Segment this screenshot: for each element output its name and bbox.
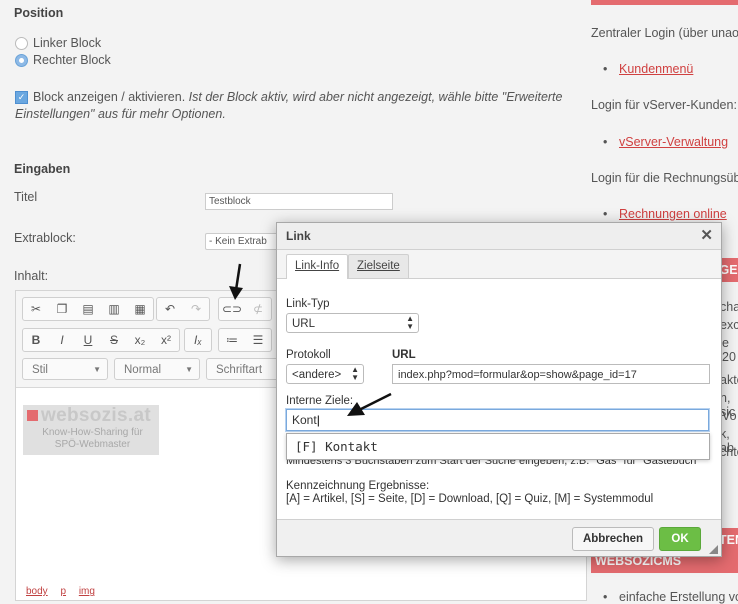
- undo-group: ↶ ↷: [156, 297, 210, 321]
- sidebar-fragment: chan: [720, 300, 738, 314]
- undo-icon[interactable]: ↶: [157, 298, 183, 320]
- updown-icon: ▲ ▼: [406, 314, 414, 331]
- superscript-icon[interactable]: x²: [153, 329, 179, 351]
- sidebar-fragment: Vo: [722, 409, 737, 423]
- radio-label: Rechter Block: [33, 53, 111, 67]
- redo-icon[interactable]: ↷: [183, 298, 209, 320]
- bulleted-list-icon[interactable]: ☰: [245, 329, 271, 351]
- tab-label: Link-Info: [295, 260, 340, 272]
- activate-label: Block anzeigen / aktivieren.: [33, 90, 186, 104]
- sidebar-text-1: Zentraler Login (über unaor: [591, 26, 738, 40]
- annotation-arrow-link: [229, 263, 243, 300]
- logo-subtitle-1: Know-How-Sharing für: [42, 427, 143, 438]
- sidebar-link-kundenmenue[interactable]: Kundenmenü: [603, 62, 693, 76]
- remove-format-icon[interactable]: Iₓ: [185, 329, 211, 351]
- annotation-arrow-input: [347, 392, 392, 416]
- linktype-select[interactable]: URL ▲ ▼: [286, 313, 419, 333]
- resize-handle-icon[interactable]: [709, 545, 718, 554]
- format-combo-label: Normal: [124, 364, 162, 376]
- paste-icon[interactable]: ▤: [75, 298, 101, 320]
- protocol-select[interactable]: <andere> ▲ ▼: [286, 364, 364, 384]
- linktype-label: Link-Typ: [286, 298, 330, 310]
- style-combo[interactable]: Stil ▼: [22, 358, 108, 380]
- dialog-titlebar[interactable]: Link ✕: [277, 223, 721, 250]
- position-heading: Position: [14, 6, 64, 20]
- unlink-icon[interactable]: ⊄: [245, 298, 271, 320]
- paste-word-icon[interactable]: ▦: [127, 298, 153, 320]
- inputs-heading: Eingaben: [14, 162, 71, 176]
- websozis-logo-image[interactable]: websozis.at Know-How-Sharing für SPÖ-Web…: [23, 405, 159, 455]
- underline-icon[interactable]: U: [75, 329, 101, 351]
- sidebar-fragment: e 20: [722, 336, 736, 364]
- numbered-list-icon[interactable]: ≔: [219, 329, 245, 351]
- font-combo-label: Schriftart: [216, 364, 263, 376]
- url-label: URL: [392, 349, 416, 361]
- autocomplete-option-kontakt[interactable]: [F] Kontakt: [287, 439, 378, 454]
- internal-targets-value: Kont: [292, 413, 317, 427]
- radio-left-block[interactable]: Linker Block: [15, 36, 102, 51]
- clipboard-group: ✂ ❐ ▤ ▥ ▦: [22, 297, 154, 321]
- content-label: Inhalt:: [14, 269, 49, 283]
- sidebar-text-3: Login für die Rechnungsüb: [591, 171, 738, 185]
- strike-icon[interactable]: S: [101, 329, 127, 351]
- sidebar-fragment: akte: [720, 373, 738, 387]
- logo-subtitle-2: SPÖ-Webmaster: [54, 439, 131, 450]
- radio-button[interactable]: [15, 37, 28, 51]
- element-path: body p img: [26, 586, 105, 597]
- updown-icon: ▲ ▼: [351, 365, 359, 382]
- list-group: ≔ ☰: [218, 328, 272, 352]
- copy-icon[interactable]: ❐: [49, 298, 75, 320]
- activate-checkbox[interactable]: ✓: [15, 91, 28, 105]
- path-item-p[interactable]: p: [60, 586, 66, 597]
- format-combo[interactable]: Normal ▼: [114, 358, 200, 380]
- tab-link-info[interactable]: Link-Info: [286, 254, 349, 279]
- tab-label: Zielseite: [357, 260, 400, 272]
- sidebar-bottom-text: einfache Erstellung vo: [603, 590, 738, 604]
- protocol-value: <andere>: [292, 369, 342, 381]
- autocomplete-dropdown: [F] Kontakt: [286, 433, 710, 460]
- radio-right-block[interactable]: Rechter Block: [15, 53, 111, 68]
- remove-format-group: Iₓ: [184, 328, 212, 352]
- ok-button[interactable]: OK: [659, 527, 701, 551]
- radio-label: Linker Block: [33, 36, 102, 50]
- italic-icon[interactable]: I: [49, 329, 75, 351]
- style-combo-label: Stil: [32, 364, 48, 376]
- logo-mark: [27, 410, 38, 421]
- format-group: B I U S x₂ x²: [22, 328, 180, 352]
- protocol-label: Protokoll: [286, 349, 331, 361]
- title-label: Titel: [14, 190, 38, 204]
- chevron-down-icon: ▼: [185, 365, 193, 374]
- dialog-tabs: Link-Info Zielseite: [277, 250, 721, 279]
- sidebar-fragment: chten: [720, 445, 738, 459]
- close-icon[interactable]: ✕: [700, 223, 713, 249]
- url-input[interactable]: index.php?mod=formular&op=show&page_id=1…: [392, 364, 710, 384]
- cut-icon[interactable]: ✂: [23, 298, 49, 320]
- dialog-footer: Abbrechen OK: [277, 519, 721, 556]
- activate-row: ✓ Block anzeigen / aktivieren. Ist der Bl…: [15, 89, 565, 123]
- chevron-down-icon: ▼: [93, 365, 101, 374]
- bold-icon[interactable]: B: [23, 329, 49, 351]
- extrablock-label: Extrablock:: [14, 231, 76, 245]
- legend-text: [A] = Artikel, [S] = Seite, [D] = Downlo…: [286, 493, 654, 505]
- top-red-bar: [591, 0, 738, 5]
- legend-label: Kennzeichnung Ergebnisse:: [286, 480, 430, 492]
- sidebar-text-2: Login für vServer-Kunden:: [591, 98, 737, 112]
- path-item-img[interactable]: img: [79, 586, 95, 597]
- sidebar-link-rechnungen[interactable]: Rechnungen online: [603, 207, 727, 221]
- sidebar-link-vserver[interactable]: vServer-Verwaltung: [603, 135, 728, 149]
- radio-button-selected[interactable]: [15, 54, 28, 68]
- subscript-icon[interactable]: x₂: [127, 329, 153, 351]
- path-item-body[interactable]: body: [26, 586, 48, 597]
- dialog-title: Link: [286, 229, 311, 243]
- title-input[interactable]: Testblock: [205, 193, 393, 210]
- tab-zielseite[interactable]: Zielseite: [348, 254, 409, 278]
- sidebar-fragment: exch: [720, 318, 738, 332]
- linktype-value: URL: [292, 318, 316, 330]
- paste-text-icon[interactable]: ▥: [101, 298, 127, 320]
- cancel-button[interactable]: Abbrechen: [572, 527, 654, 551]
- logo-text: websozis.at: [41, 405, 151, 426]
